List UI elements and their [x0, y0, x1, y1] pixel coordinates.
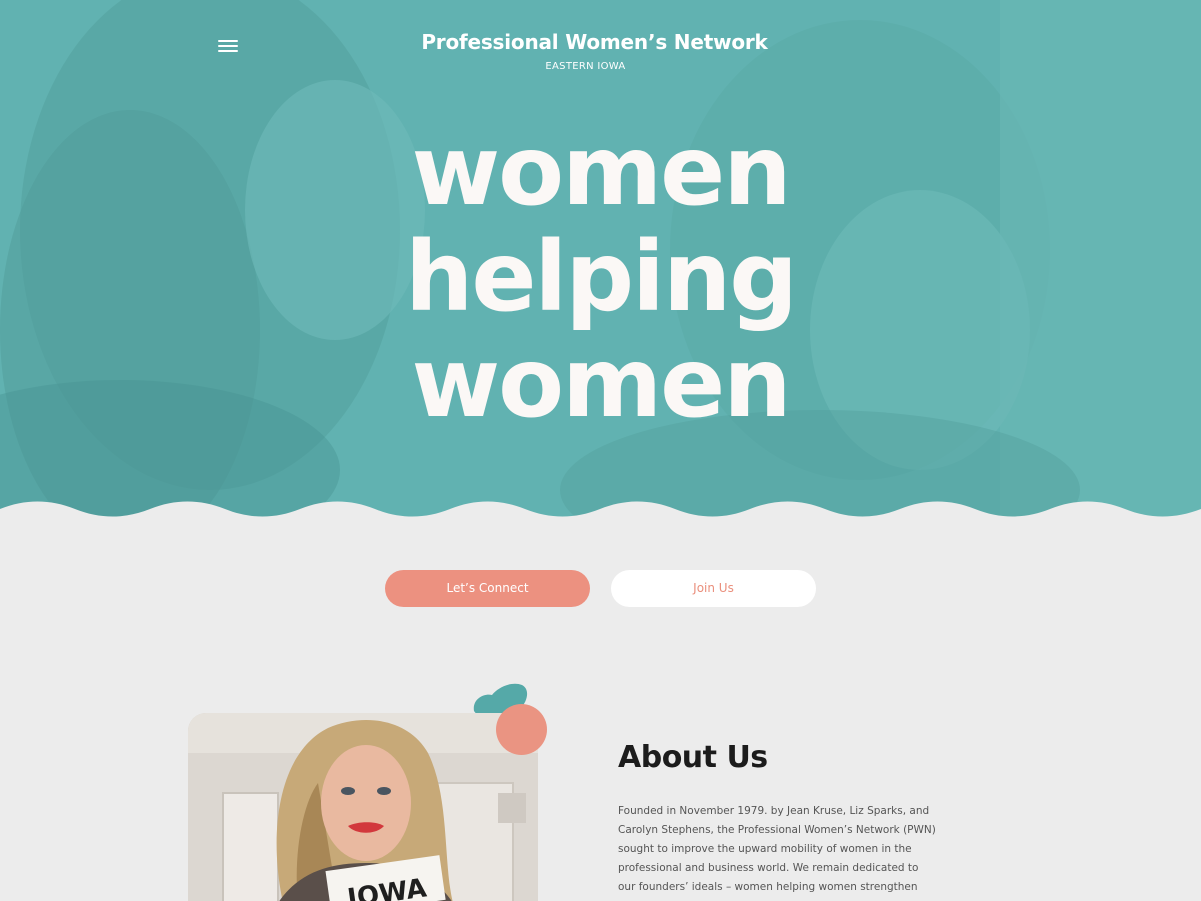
headline-line-2: helping [404, 221, 798, 333]
about-us-body: Founded in November 1979. by Jean Kruse,… [618, 805, 936, 901]
about-us-heading: About Us [618, 740, 768, 775]
headline-line-1: women [411, 115, 791, 227]
decorative-salmon-circle [496, 704, 547, 755]
site-title[interactable]: Professional Women’s Network [0, 30, 1189, 54]
hero-section: Professional Women’s Network EASTERN IOW… [0, 0, 1201, 520]
headline-line-3: women [411, 327, 791, 439]
about-photo: IOWA [188, 713, 538, 901]
lets-connect-button[interactable]: Let’s Connect [385, 570, 590, 607]
hero-headline: women helping women [0, 118, 1201, 436]
about-photo-image: IOWA [188, 713, 538, 901]
site-subtitle: EASTERN IOWA [545, 61, 626, 72]
join-us-button[interactable]: Join Us [611, 570, 816, 607]
wave-divider [0, 501, 1201, 535]
